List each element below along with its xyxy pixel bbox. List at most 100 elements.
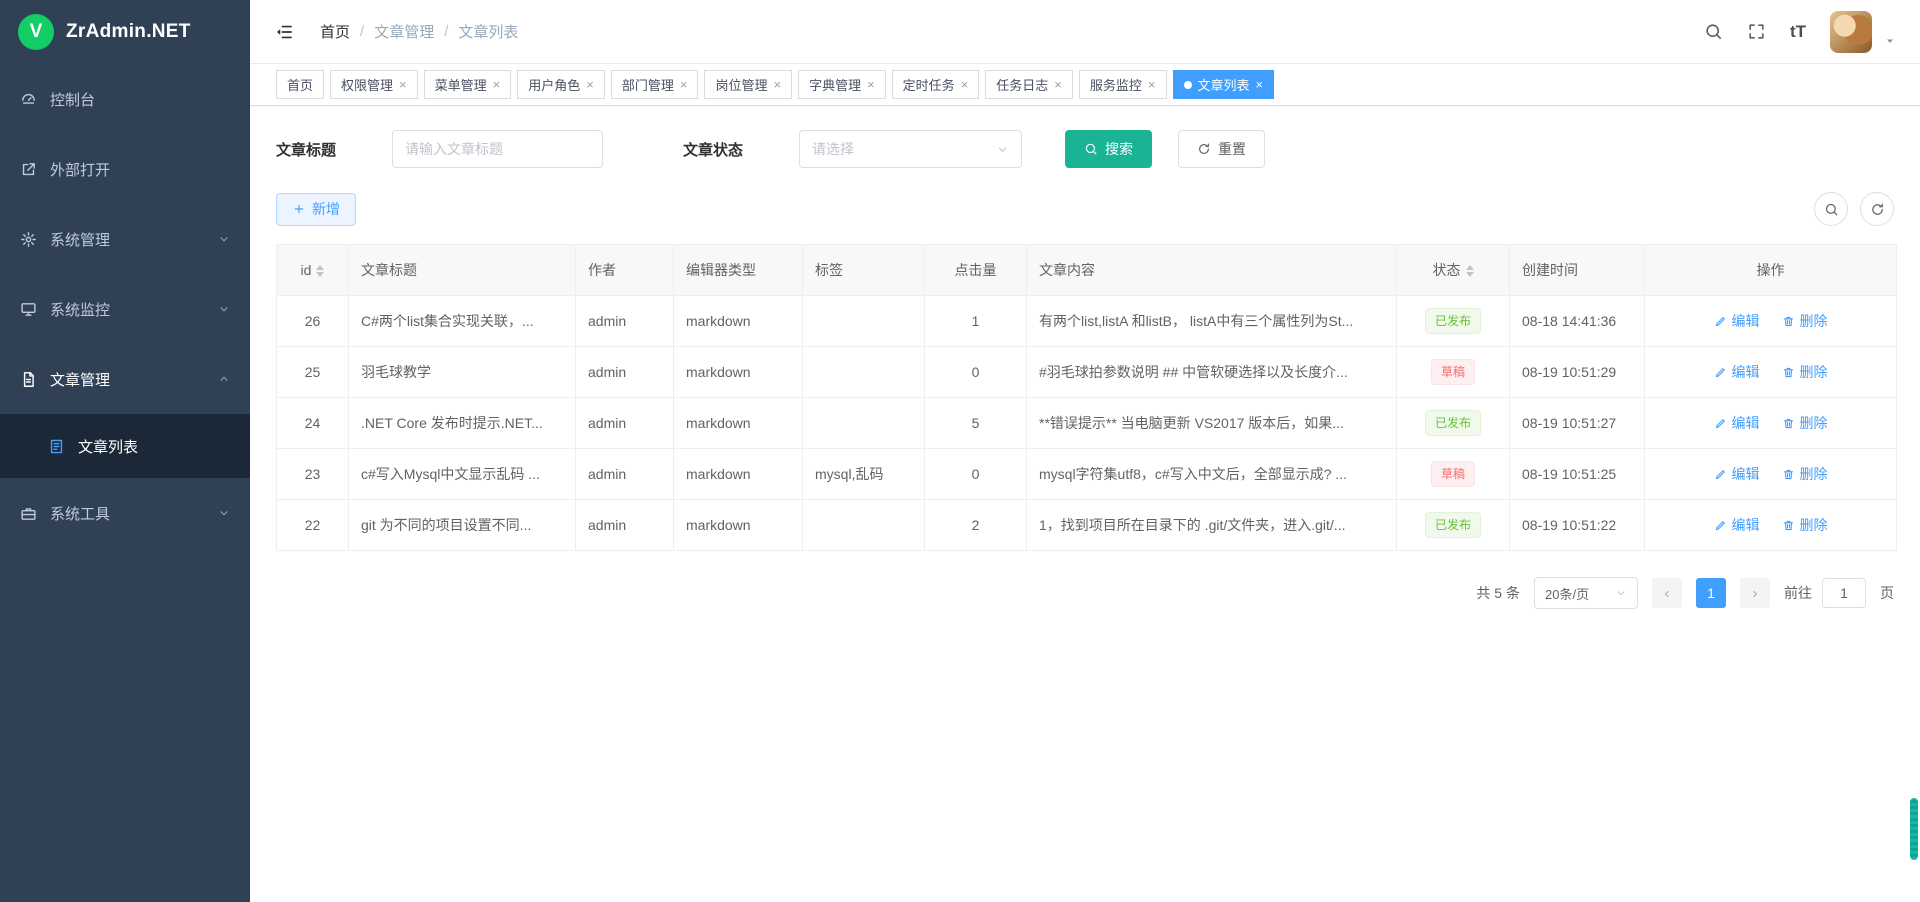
cell-tags: mysql,乱码	[803, 449, 925, 500]
tab-服务监控[interactable]: 服务监控×	[1079, 70, 1167, 99]
sidebar: V ZrAdmin.NET 控制台外部打开系统管理系统监控文章管理文章列表系统工…	[0, 0, 250, 902]
tab-label: 部门管理	[622, 75, 674, 94]
sidebar-item-label: 控制台	[50, 89, 95, 110]
tab-用户角色[interactable]: 用户角色×	[517, 70, 605, 99]
tab-字典管理[interactable]: 字典管理×	[798, 70, 886, 99]
close-tab-icon[interactable]: ×	[867, 78, 875, 91]
close-tab-icon[interactable]: ×	[1148, 78, 1156, 91]
tab-菜单管理[interactable]: 菜单管理×	[424, 70, 512, 99]
page-size-value: 20条/页	[1545, 584, 1589, 603]
prev-page-button[interactable]: ‹	[1652, 578, 1682, 608]
page-size-select[interactable]: 20条/页	[1534, 577, 1638, 609]
select-placeholder: 请选择	[812, 139, 854, 159]
toggle-search-button[interactable]	[1814, 192, 1848, 226]
close-tab-icon[interactable]: ×	[1054, 78, 1062, 91]
article-status-select[interactable]: 请选择	[799, 130, 1022, 168]
sidebar-item[interactable]: 外部打开	[0, 134, 250, 204]
goto-page-input[interactable]	[1822, 578, 1866, 608]
cell-actions: 编辑 删除	[1645, 347, 1897, 398]
sort-caret-icon[interactable]	[1466, 265, 1474, 277]
sidebar-subitem[interactable]: 文章列表	[0, 414, 250, 478]
sidebar-item[interactable]: 系统工具	[0, 478, 250, 548]
column-label: 操作	[1757, 262, 1785, 278]
edit-button[interactable]: 编辑	[1714, 362, 1760, 382]
cell-id: 22	[277, 500, 349, 551]
column-label: 文章内容	[1039, 262, 1095, 278]
edit-button[interactable]: 编辑	[1714, 464, 1760, 484]
tab-岗位管理[interactable]: 岗位管理×	[704, 70, 792, 99]
cell-author: admin	[576, 296, 674, 347]
add-button[interactable]: 新增	[276, 193, 356, 226]
avatar[interactable]	[1830, 11, 1872, 53]
font-size-icon[interactable]: tT	[1790, 22, 1806, 42]
column-label: 状态	[1433, 262, 1461, 278]
app-logo[interactable]: V ZrAdmin.NET	[0, 0, 250, 64]
tab-部门管理[interactable]: 部门管理 ×	[611, 70, 699, 99]
edit-button[interactable]: 编辑	[1714, 311, 1760, 331]
close-tab-icon[interactable]: ×	[680, 78, 688, 91]
scrollbar-thumb[interactable]	[1910, 798, 1918, 860]
column-label: id	[301, 262, 312, 278]
tab-权限管理[interactable]: 权限管理×	[330, 70, 418, 99]
column-header-title: 文章标题	[349, 245, 576, 296]
close-tab-icon[interactable]: ×	[493, 78, 501, 91]
cell-title: git 为不同的项目设置不同...	[349, 500, 576, 551]
delete-button[interactable]: 删除	[1782, 362, 1828, 382]
column-header-editor: 编辑器类型	[674, 245, 803, 296]
breadcrumb-item: 文章列表	[458, 21, 518, 42]
tab-任务日志[interactable]: 任务日志×	[985, 70, 1073, 99]
tab-label: 文章列表	[1198, 75, 1250, 94]
close-tab-icon[interactable]: ×	[399, 78, 407, 91]
delete-button[interactable]: 删除	[1782, 311, 1828, 331]
close-tab-icon[interactable]: ×	[773, 78, 781, 91]
status-badge: 草稿	[1431, 359, 1475, 385]
delete-button[interactable]: 删除	[1782, 515, 1828, 535]
sidebar-item[interactable]: 文章管理	[0, 344, 250, 414]
topbar: 首页/文章管理/文章列表 tT	[250, 0, 1920, 64]
tab-文章列表[interactable]: 文章列表 ×	[1173, 70, 1275, 99]
reset-button-label: 重置	[1218, 139, 1246, 159]
column-header-status[interactable]: 状态	[1397, 245, 1510, 296]
fullscreen-icon[interactable]	[1747, 22, 1766, 41]
cell-content: mysql字符集utf8，c#写入中文后，全部显示成? ...	[1027, 449, 1397, 500]
table-row: 24.NET Core 发布时提示.NET...adminmarkdown5**…	[277, 398, 1897, 449]
tab-首页[interactable]: 首页	[276, 70, 324, 99]
next-page-button[interactable]: ›	[1740, 578, 1770, 608]
article-title-input[interactable]	[392, 130, 603, 168]
cell-tags	[803, 296, 925, 347]
search-button[interactable]: 搜索	[1065, 130, 1152, 168]
sidebar-menu: 控制台外部打开系统管理系统监控文章管理文章列表系统工具	[0, 64, 250, 548]
breadcrumb-item[interactable]: 首页	[320, 21, 350, 42]
sort-caret-icon[interactable]	[316, 265, 324, 277]
chevron-down-icon	[1615, 587, 1627, 599]
cell-actions: 编辑 删除	[1645, 500, 1897, 551]
delete-button[interactable]: 删除	[1782, 413, 1828, 433]
collapse-sidebar-icon[interactable]	[274, 22, 294, 42]
column-header-created: 创建时间	[1510, 245, 1645, 296]
sidebar-item[interactable]: 系统监控	[0, 274, 250, 344]
cell-content: 1，找到项目所在目录下的 .git/文件夹，进入.git/...	[1027, 500, 1397, 551]
breadcrumb-item[interactable]: 文章管理	[374, 21, 434, 42]
sidebar-item[interactable]: 系统管理	[0, 204, 250, 274]
chevron-down-icon[interactable]	[1884, 35, 1896, 53]
status-badge: 已发布	[1425, 512, 1481, 538]
page-1-button[interactable]: 1	[1696, 578, 1726, 608]
close-tab-icon[interactable]: ×	[961, 78, 969, 91]
header-search-icon[interactable]	[1704, 22, 1723, 41]
reset-button[interactable]: 重置	[1178, 130, 1265, 168]
column-header-id[interactable]: id	[277, 245, 349, 296]
close-tab-icon[interactable]: ×	[1256, 78, 1264, 91]
edit-button[interactable]: 编辑	[1714, 413, 1760, 433]
cell-author: admin	[576, 500, 674, 551]
refresh-table-button[interactable]	[1860, 192, 1894, 226]
cell-status: 已发布	[1397, 398, 1510, 449]
tab-定时任务[interactable]: 定时任务×	[892, 70, 980, 99]
close-tab-icon[interactable]: ×	[586, 78, 594, 91]
chevron-down-icon	[218, 303, 230, 315]
edit-button[interactable]: 编辑	[1714, 515, 1760, 535]
toolbox-icon	[20, 505, 37, 522]
column-header-clicks: 点击量	[925, 245, 1027, 296]
delete-button[interactable]: 删除	[1782, 464, 1828, 484]
cell-tags	[803, 347, 925, 398]
sidebar-item[interactable]: 控制台	[0, 64, 250, 134]
